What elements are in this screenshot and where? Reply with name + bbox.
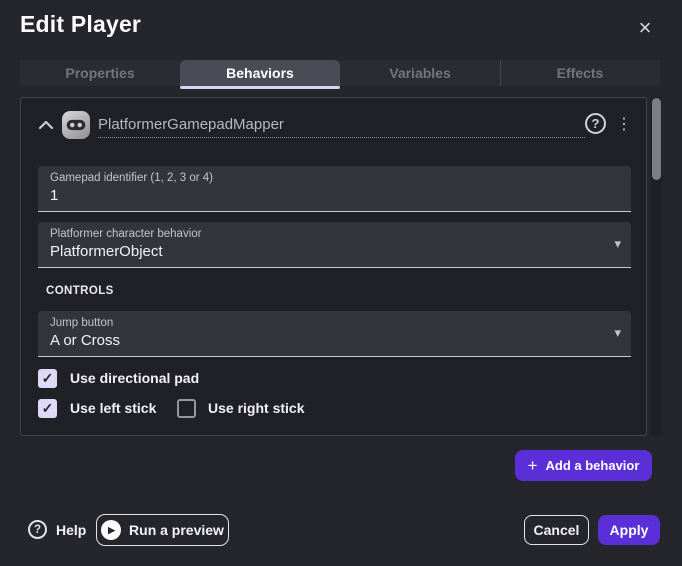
edit-object-dialog: Edit Player × Properties Behaviors Varia…: [0, 0, 682, 566]
tab-variables[interactable]: Variables: [340, 60, 500, 86]
behavior-name-input[interactable]: PlatformerGamepadMapper: [98, 112, 585, 138]
cancel-button[interactable]: Cancel: [524, 515, 589, 545]
tab-properties[interactable]: Properties: [20, 60, 180, 86]
character-behavior-select[interactable]: Platformer character behavior Platformer…: [38, 222, 631, 268]
run-preview-label: Run a preview: [129, 522, 224, 538]
active-tab-underline: [180, 86, 340, 89]
tab-effects[interactable]: Effects: [500, 60, 660, 86]
tab-bar: Properties Behaviors Variables Effects: [20, 60, 660, 86]
run-preview-button[interactable]: ▶ Run a preview: [96, 514, 229, 546]
right-stick-checkbox[interactable]: ✓: [177, 399, 196, 418]
apply-button[interactable]: Apply: [598, 515, 660, 545]
behavior-help-icon[interactable]: ?: [585, 113, 606, 134]
directional-pad-checkbox-label[interactable]: Use directional pad: [70, 369, 199, 388]
character-behavior-value: PlatformerObject: [50, 243, 619, 260]
help-label: Help: [56, 522, 86, 538]
plus-icon: +: [528, 457, 538, 474]
scrollbar-thumb[interactable]: [652, 98, 661, 180]
add-behavior-label: Add a behavior: [546, 458, 640, 473]
add-behavior-button[interactable]: + Add a behavior: [515, 450, 652, 481]
jump-button-label: Jump button: [50, 317, 619, 329]
character-behavior-label: Platformer character behavior: [50, 228, 619, 240]
dropdown-caret-icon: ▾: [614, 325, 621, 341]
left-stick-checkbox-label[interactable]: Use left stick: [70, 399, 156, 418]
gamepad-identifier-label: Gamepad identifier (1, 2, 3 or 4): [50, 172, 619, 184]
jump-button-select[interactable]: Jump button A or Cross ▾: [38, 311, 631, 357]
controls-section-heading: CONTROLS: [46, 285, 114, 297]
tab-behaviors[interactable]: Behaviors: [180, 60, 340, 86]
play-icon: ▶: [101, 520, 121, 540]
page-title: Edit Player: [20, 11, 141, 38]
collapse-chevron-up-icon[interactable]: [38, 118, 54, 130]
directional-pad-checkbox[interactable]: ✓: [38, 369, 57, 388]
help-button[interactable]: ? Help: [28, 520, 86, 539]
left-stick-checkbox[interactable]: ✓: [38, 399, 57, 418]
kebab-menu-icon[interactable]: ⋮: [613, 113, 635, 135]
help-icon: ?: [28, 520, 47, 539]
right-stick-checkbox-label[interactable]: Use right stick: [208, 399, 304, 418]
gamepad-identifier-field[interactable]: Gamepad identifier (1, 2, 3 or 4) 1: [38, 166, 631, 212]
gamepad-icon: [62, 111, 90, 139]
dropdown-caret-icon: ▾: [614, 236, 621, 252]
close-icon[interactable]: ×: [630, 13, 660, 43]
tab-separator: [500, 60, 501, 86]
gamepad-identifier-value: 1: [50, 187, 619, 204]
jump-button-value: A or Cross: [50, 332, 619, 349]
